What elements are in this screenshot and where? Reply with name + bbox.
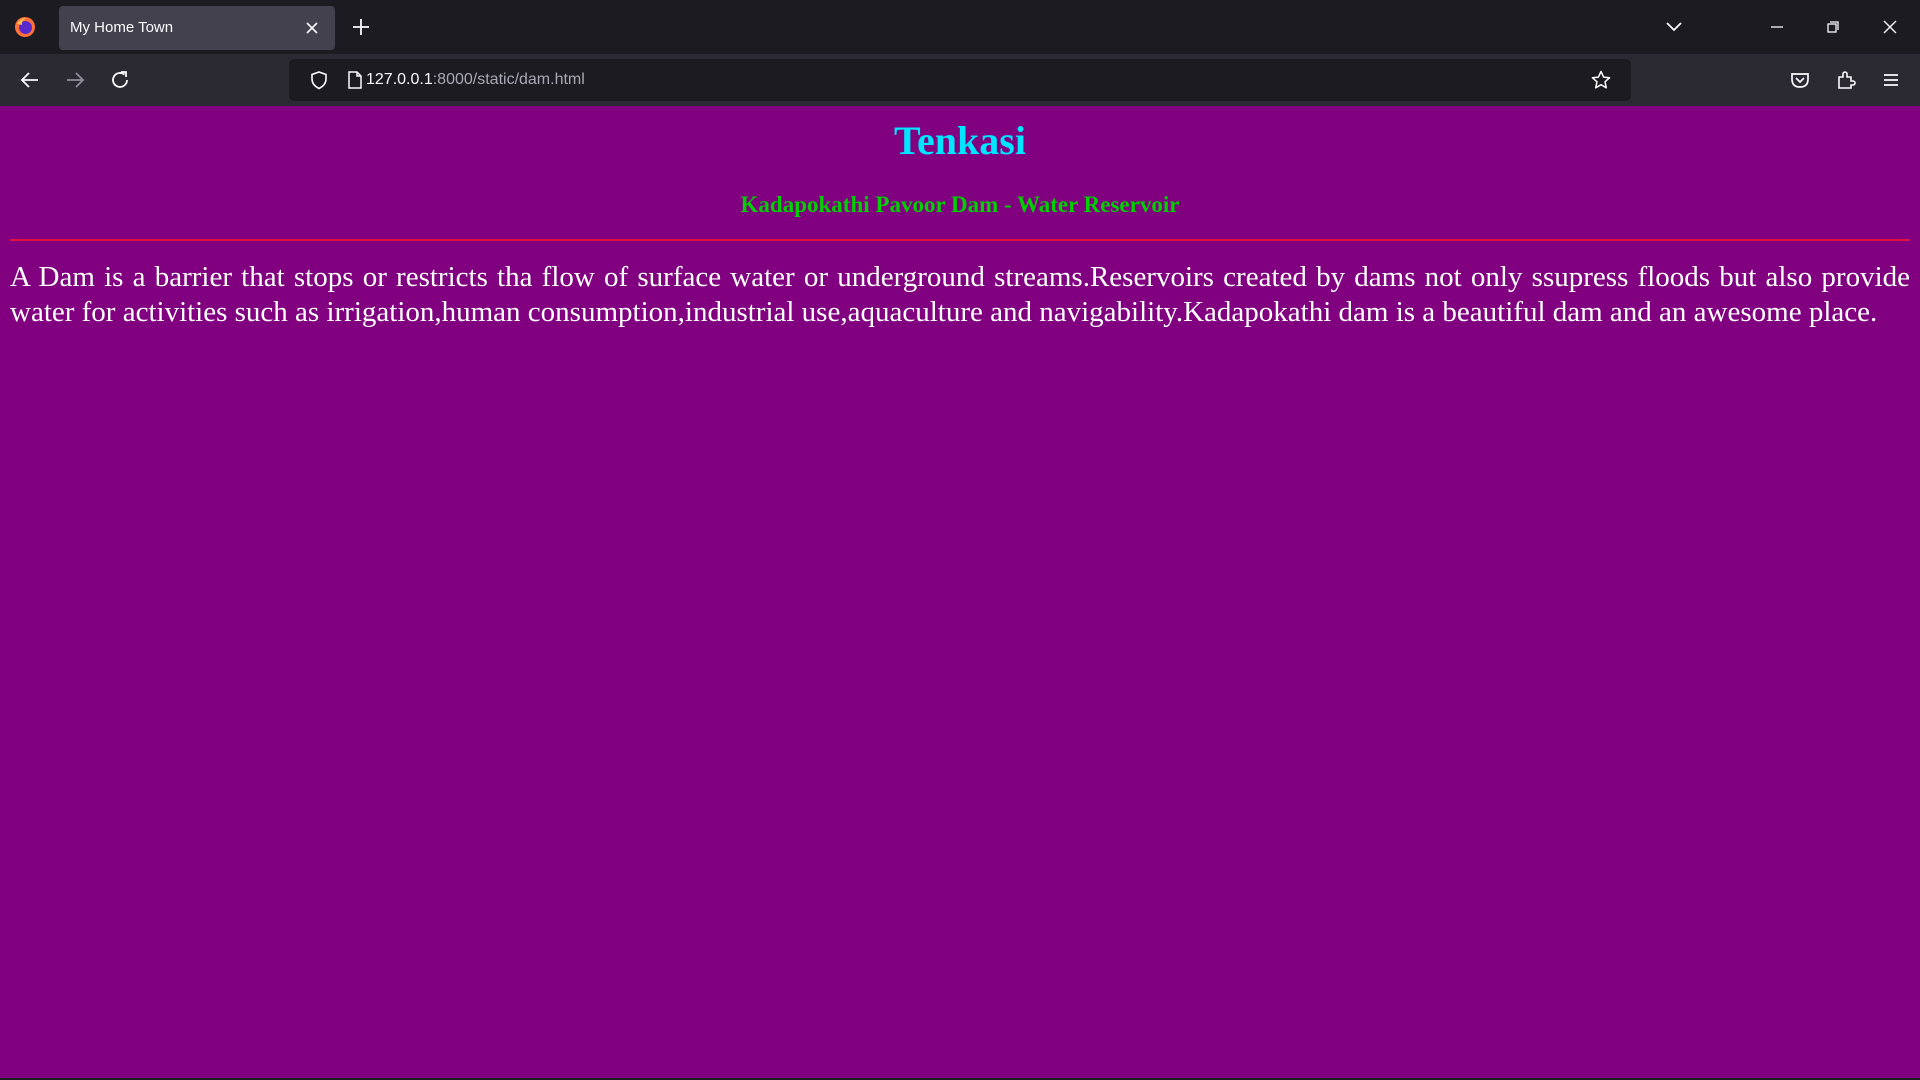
restore-icon[interactable] <box>1822 16 1844 38</box>
page-subtitle: Kadapokathi Pavoor Dam - Water Reservoir <box>740 192 1180 217</box>
hamburger-menu-icon[interactable] <box>1879 68 1903 92</box>
close-window-icon[interactable] <box>1879 16 1901 38</box>
close-icon[interactable] <box>302 18 322 38</box>
minimize-icon[interactable] <box>1766 16 1788 38</box>
url-path: :8000/static/dam.html <box>432 71 585 88</box>
page-title: Tenkasi <box>894 118 1026 163</box>
url-text[interactable]: 127.0.0.1:8000/static/dam.html <box>366 71 585 89</box>
reload-icon[interactable] <box>108 68 132 92</box>
body-paragraph: A Dam is a barrier that stops or restric… <box>10 261 1910 328</box>
shield-icon[interactable] <box>308 69 330 91</box>
page-viewport: Tenkasi Kadapokathi Pavoor Dam - Water R… <box>0 106 1920 1078</box>
star-icon[interactable] <box>1590 69 1612 91</box>
address-bar[interactable]: 127.0.0.1:8000/static/dam.html <box>289 59 1631 101</box>
firefox-logo-icon[interactable] <box>14 16 36 38</box>
tab-strip: My Home Town <box>0 0 1920 54</box>
plus-icon[interactable] <box>350 16 372 38</box>
forward-arrow-icon[interactable] <box>63 68 87 92</box>
horizontal-rule <box>10 239 1910 241</box>
chevron-down-icon[interactable] <box>1662 16 1686 38</box>
extensions-icon[interactable] <box>1834 68 1858 92</box>
navigation-toolbar: 127.0.0.1:8000/static/dam.html <box>0 54 1920 106</box>
pocket-icon[interactable] <box>1788 68 1812 92</box>
back-arrow-icon[interactable] <box>18 68 42 92</box>
tab-title: My Home Town <box>70 19 174 36</box>
active-tab[interactable]: My Home Town <box>59 6 335 50</box>
url-host: 127.0.0.1 <box>366 71 433 88</box>
page-icon[interactable] <box>344 69 366 91</box>
